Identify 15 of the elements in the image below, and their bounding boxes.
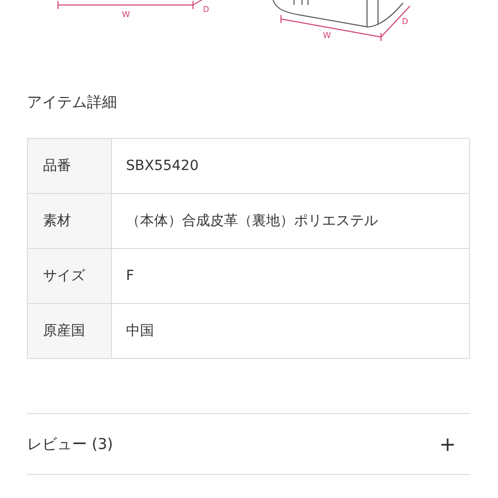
spec-label: 素材 — [28, 194, 112, 248]
dimension-label: D — [203, 5, 210, 14]
spec-value: SBX55420 — [112, 138, 470, 194]
spec-value: 中国 — [112, 304, 470, 358]
spec-value: （本体）合成皮革（裏地）ポリエステル — [112, 194, 470, 248]
spec-label: サイズ — [28, 248, 112, 304]
spec-label: 品番 — [28, 138, 112, 194]
dimension-label: W — [323, 31, 331, 40]
spec-label: 原産国 — [28, 304, 112, 358]
section-title: アイテム詳細 — [27, 92, 118, 113]
review-header[interactable]: レビュー (3) + — [27, 414, 470, 475]
spec-value: F — [112, 248, 470, 304]
dimension-label: W — [122, 10, 130, 19]
dimension-label: D — [402, 17, 408, 26]
plus-icon[interactable]: + — [439, 434, 456, 454]
